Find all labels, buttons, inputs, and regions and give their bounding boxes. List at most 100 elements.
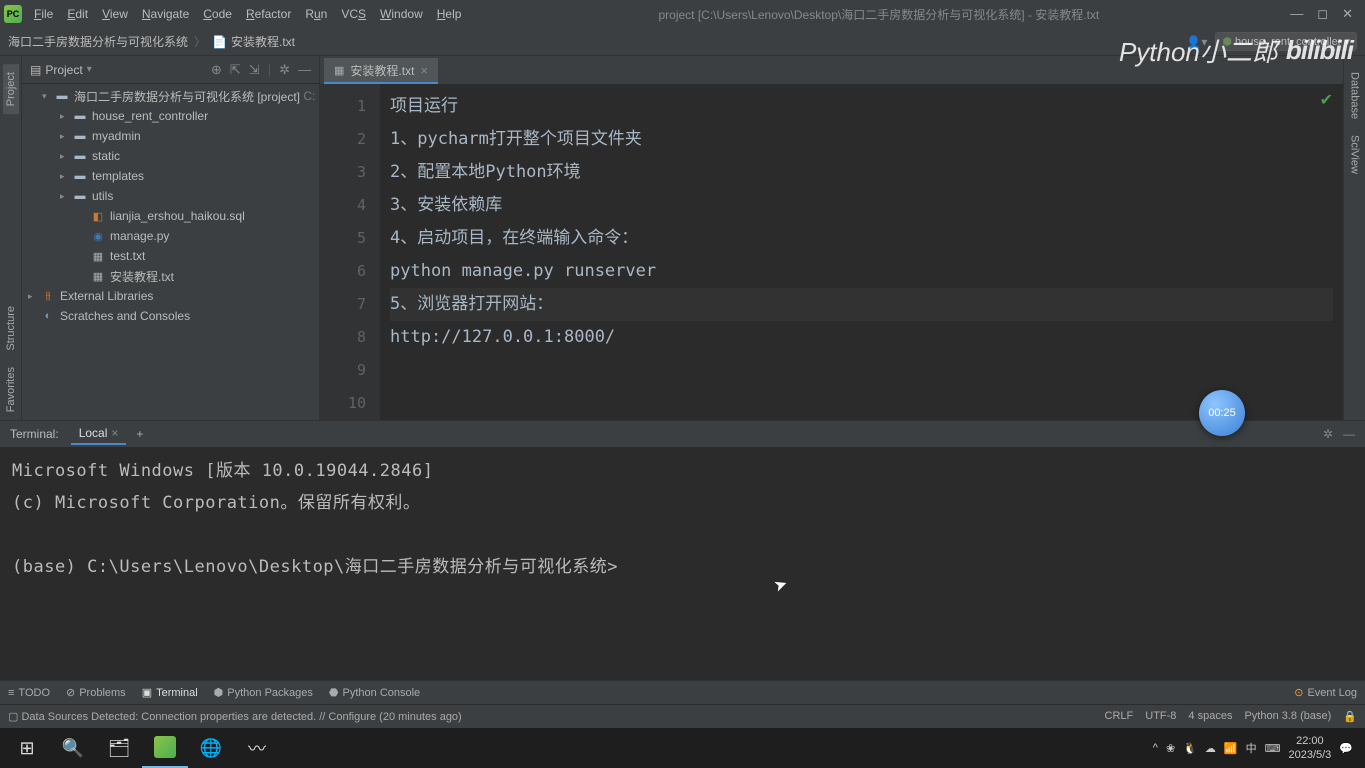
status-crlf[interactable]: CRLF xyxy=(1105,710,1134,723)
menu-refactor[interactable]: Refactor xyxy=(240,4,297,24)
window-controls: — ◻ ✕ xyxy=(1290,6,1361,22)
settings-icon[interactable]: ✲ xyxy=(279,62,290,78)
packages-tool[interactable]: ⬢ Python Packages xyxy=(214,686,313,699)
hide-icon[interactable]: — xyxy=(298,62,311,78)
bottom-tool-bar: ≡ TODO ⊘ Problems ▣ Terminal ⬢ Python Pa… xyxy=(0,680,1365,704)
tree-folder[interactable]: ▸▬utils xyxy=(22,186,319,206)
add-user-icon[interactable]: 👤▾ xyxy=(1186,35,1207,49)
terminal-tab[interactable]: Local× xyxy=(71,423,127,445)
start-button[interactable]: ⊞ xyxy=(4,728,50,768)
todo-tool[interactable]: ≡ TODO xyxy=(8,687,50,699)
breadcrumb: 海口二手房数据分析与可视化系统 〉 📄 安装教程.txt xyxy=(8,33,295,50)
tree-folder[interactable]: ▸▬myadmin xyxy=(22,126,319,146)
editor-tabs: ▦ 安装教程.txt × xyxy=(320,56,1343,84)
left-tool-strip: Project Structure Favorites xyxy=(0,56,22,420)
terminal-tool[interactable]: ▣ Terminal xyxy=(142,686,198,699)
menu-code[interactable]: Code xyxy=(197,4,238,24)
breadcrumb-root[interactable]: 海口二手房数据分析与可视化系统 xyxy=(8,33,188,50)
main-menu: File Edit View Navigate Code Refactor Ru… xyxy=(28,4,467,24)
app-button[interactable]: 〰 xyxy=(234,728,280,768)
title-bar: PC File Edit View Navigate Code Refactor… xyxy=(0,0,1365,28)
close-button[interactable]: ✕ xyxy=(1342,6,1353,22)
status-icon: ▢ xyxy=(8,710,18,723)
taskbar-clock[interactable]: 22:002023/5/3 xyxy=(1288,734,1331,762)
maximize-button[interactable]: ◻ xyxy=(1317,6,1328,22)
locate-icon[interactable]: ⊕ xyxy=(211,62,222,78)
status-message[interactable]: Data Sources Detected: Connection proper… xyxy=(21,711,461,723)
tree-file-sql[interactable]: ◧lianjia_ershou_haikou.sql xyxy=(22,206,319,226)
inspection-ok-icon: ✔ xyxy=(1320,90,1333,110)
menu-view[interactable]: View xyxy=(96,4,134,24)
run-config-selector[interactable]: ⬢ house_rent_controller ▾ xyxy=(1215,32,1357,51)
project-tree[interactable]: ▾▬ 海口二手房数据分析与可视化系统 [project] C: ▸▬house_… xyxy=(22,84,319,420)
sciview-tool-tab[interactable]: SciView xyxy=(1347,127,1363,182)
database-tool-tab[interactable]: Database xyxy=(1347,64,1363,127)
tray-qq-icon[interactable]: 🐧 xyxy=(1183,742,1197,755)
menu-file[interactable]: File xyxy=(28,4,59,24)
tree-folder[interactable]: ▸▬static xyxy=(22,146,319,166)
favorites-tool-tab[interactable]: Favorites xyxy=(3,359,19,420)
status-indent[interactable]: 4 spaces xyxy=(1188,710,1232,723)
tree-root[interactable]: ▾▬ 海口二手房数据分析与可视化系统 [project] C: xyxy=(22,86,319,106)
collapse-icon[interactable]: ⇲ xyxy=(249,62,260,78)
status-python[interactable]: Python 3.8 (base) xyxy=(1244,710,1331,723)
tree-file-txt[interactable]: ▦test.txt xyxy=(22,246,319,266)
tray-cloud-icon[interactable]: ☁ xyxy=(1205,742,1216,755)
tree-external-libs[interactable]: ▸⫵External Libraries xyxy=(22,286,319,306)
tray-up-icon[interactable]: ^ xyxy=(1153,742,1158,754)
edge-button[interactable]: 🌐 xyxy=(188,728,234,768)
main-area: Project Structure Favorites ▤ Project ▾ … xyxy=(0,56,1365,420)
editor-area: ▦ 安装教程.txt × 12345678910 项目运行1、pycharm打开… xyxy=(320,56,1343,420)
menu-help[interactable]: Help xyxy=(431,4,468,24)
expand-icon[interactable]: ⇱ xyxy=(230,62,241,78)
terminal-hide-icon[interactable]: — xyxy=(1343,427,1355,441)
terminal-body[interactable]: Microsoft Windows [版本 10.0.19044.2846] (… xyxy=(0,447,1365,680)
menu-window[interactable]: Window xyxy=(374,4,429,24)
editor-tab[interactable]: ▦ 安装教程.txt × xyxy=(324,58,438,84)
search-button[interactable]: 🔍 xyxy=(50,728,96,768)
system-tray: ^ ❀ 🐧 ☁ 📶 中 ⌨ 22:002023/5/3 💬 xyxy=(1153,734,1361,762)
breadcrumb-file[interactable]: 安装教程.txt xyxy=(231,33,295,50)
terminal-settings-icon[interactable]: ✲ xyxy=(1323,427,1333,441)
tray-wifi-icon[interactable]: 📶 xyxy=(1224,742,1238,755)
explorer-button[interactable]: 🗂 xyxy=(96,728,142,768)
tray-icon[interactable]: ❀ xyxy=(1166,742,1175,755)
add-terminal-icon[interactable]: + xyxy=(136,427,143,441)
terminal-panel: Terminal: Local× + ✲ — Microsoft Windows… xyxy=(0,420,1365,680)
breadcrumb-sep-icon: 〉 xyxy=(194,33,206,50)
line-gutter: 12345678910 xyxy=(320,84,380,420)
problems-tool[interactable]: ⊘ Problems xyxy=(66,686,126,699)
project-panel-header: ▤ Project ▾ ⊕ ⇱ ⇲ | ✲ — xyxy=(22,56,319,84)
event-log-tool[interactable]: ⊙ Event Log xyxy=(1294,686,1357,699)
project-panel: ▤ Project ▾ ⊕ ⇱ ⇲ | ✲ — ▾▬ 海口二手房数据分析与可视化… xyxy=(22,56,320,420)
editor-body[interactable]: 12345678910 项目运行1、pycharm打开整个项目文件夹2、配置本地… xyxy=(320,84,1343,420)
status-bar: ▢ Data Sources Detected: Connection prop… xyxy=(0,704,1365,728)
tree-scratches[interactable]: ◐Scratches and Consoles xyxy=(22,306,319,326)
terminal-header: Terminal: Local× + ✲ — xyxy=(0,421,1365,447)
tray-ime[interactable]: 中 xyxy=(1246,740,1257,756)
structure-tool-tab[interactable]: Structure xyxy=(3,298,19,359)
close-tab-icon[interactable]: × xyxy=(420,63,428,78)
console-tool[interactable]: ⬣ Python Console xyxy=(329,686,420,699)
menu-vcs[interactable]: VCS xyxy=(335,4,372,24)
code-content[interactable]: 项目运行1、pycharm打开整个项目文件夹2、配置本地Python环境3、安装… xyxy=(380,84,1343,420)
windows-taskbar: ⊞ 🔍 🗂 🌐 〰 ^ ❀ 🐧 ☁ 📶 中 ⌨ 22:002023/5/3 💬 xyxy=(0,728,1365,768)
notifications-icon[interactable]: 💬 xyxy=(1339,742,1353,755)
status-lock-icon[interactable]: 🔒 xyxy=(1343,710,1357,723)
tree-file-py[interactable]: ◉manage.py xyxy=(22,226,319,246)
terminal-label: Terminal: xyxy=(10,427,59,441)
tray-keyboard-icon[interactable]: ⌨ xyxy=(1265,742,1281,755)
menu-edit[interactable]: Edit xyxy=(61,4,94,24)
project-tool-tab[interactable]: Project xyxy=(3,64,19,114)
app-logo: PC xyxy=(4,5,22,23)
minimize-button[interactable]: — xyxy=(1290,6,1303,22)
pycharm-taskbar-button[interactable] xyxy=(142,728,188,768)
tree-folder[interactable]: ▸▬house_rent_controller xyxy=(22,106,319,126)
menu-run[interactable]: Run xyxy=(299,4,333,24)
tree-folder[interactable]: ▸▬templates xyxy=(22,166,319,186)
tree-file-txt[interactable]: ▦安装教程.txt xyxy=(22,266,319,286)
menu-navigate[interactable]: Navigate xyxy=(136,4,195,24)
right-tool-strip: Database SciView xyxy=(1343,56,1365,420)
close-terminal-tab-icon[interactable]: × xyxy=(111,426,118,440)
status-encoding[interactable]: UTF-8 xyxy=(1145,710,1176,723)
